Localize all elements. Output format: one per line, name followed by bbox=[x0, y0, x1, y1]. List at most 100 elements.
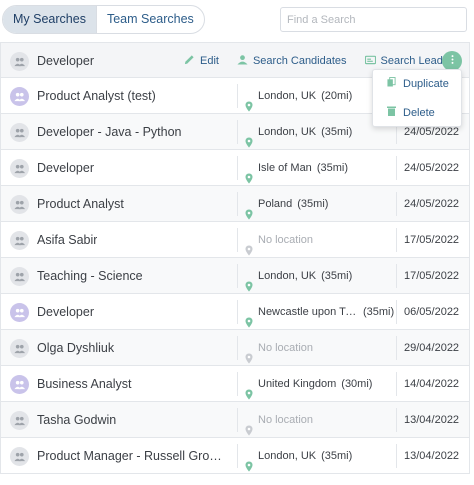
location-name: Poland bbox=[258, 198, 293, 210]
search-row[interactable]: Olga Dyshliuk No location 29/04/2022 bbox=[1, 330, 469, 366]
location-cell: No location bbox=[245, 330, 318, 366]
search-row[interactable]: Developer Isle of Man (35mi) 24/05/2022 bbox=[1, 150, 469, 186]
leads-icon bbox=[364, 54, 376, 68]
search-row[interactable]: Developer Newcastle upon Tyne, UK (35mi) 06… bbox=[1, 294, 469, 330]
tab-team-searches[interactable]: Team Searches bbox=[97, 6, 204, 33]
duplicate-menu-item[interactable]: Duplicate bbox=[373, 70, 461, 99]
candidates-icon bbox=[237, 54, 248, 68]
user-avatar-icon bbox=[10, 52, 29, 71]
edit-button[interactable]: Edit bbox=[184, 54, 219, 68]
column-divider bbox=[237, 336, 238, 360]
user-avatar-icon bbox=[10, 411, 29, 430]
location-name: London, UK bbox=[258, 126, 317, 138]
location-cell: United Kingdom (30mi) bbox=[245, 366, 372, 402]
search-name: Business Analyst bbox=[37, 377, 132, 391]
search-date: 06/05/2022 bbox=[404, 306, 460, 318]
delete-label: Delete bbox=[403, 107, 435, 119]
search-leads-label: Search Leads bbox=[380, 55, 449, 67]
location-radius: (35mi) bbox=[297, 198, 329, 210]
column-divider bbox=[237, 444, 238, 468]
location-radius: (35mi) bbox=[321, 270, 353, 282]
column-divider bbox=[396, 408, 397, 432]
location-name: Newcastle upon Tyne, UK bbox=[258, 306, 358, 318]
tab-my-searches[interactable]: My Searches bbox=[3, 6, 97, 33]
user-avatar-icon bbox=[10, 123, 29, 142]
location-pin-icon bbox=[245, 379, 253, 399]
search-name: Teaching - Science bbox=[37, 269, 143, 283]
search-date: 29/04/2022 bbox=[404, 342, 460, 354]
location-radius: (35mi) bbox=[363, 306, 395, 318]
location-name: No location bbox=[258, 234, 314, 246]
trash-icon bbox=[387, 99, 396, 128]
location-name: London, UK bbox=[258, 270, 317, 282]
user-avatar-icon bbox=[10, 231, 29, 250]
location-name: Isle of Man bbox=[258, 162, 312, 174]
column-divider bbox=[237, 300, 238, 324]
search-row[interactable]: Tasha Godwin No location 13/04/2022 bbox=[1, 402, 469, 438]
column-divider bbox=[396, 192, 397, 216]
location-pin-icon bbox=[245, 199, 253, 219]
more-options-menu: Duplicate Delete bbox=[372, 69, 462, 127]
duplicate-icon bbox=[387, 70, 396, 99]
search-name: Asifa Sabir bbox=[37, 233, 98, 247]
column-divider bbox=[396, 336, 397, 360]
edit-label: Edit bbox=[200, 55, 219, 67]
search-row[interactable]: Product Manager - Russell Group Universi… bbox=[1, 438, 469, 474]
location-cell: No location bbox=[245, 222, 318, 258]
search-date: 24/05/2022 bbox=[404, 198, 460, 210]
search-candidates-button[interactable]: Search Candidates bbox=[237, 54, 347, 68]
location-pin-icon bbox=[245, 307, 253, 327]
location-pin-icon bbox=[245, 271, 253, 291]
more-vertical-icon bbox=[451, 54, 454, 68]
search-name: Tasha Godwin bbox=[37, 413, 117, 427]
search-name: Developer bbox=[37, 305, 94, 319]
location-name: London, UK bbox=[258, 90, 317, 102]
location-cell: London, UK (20mi) bbox=[245, 78, 352, 114]
search-name: Product Manager - Russell Group Universi… bbox=[37, 449, 227, 463]
location-cell: London, UK (35mi) bbox=[245, 438, 352, 474]
search-name: Product Analyst (test) bbox=[37, 89, 156, 103]
location-cell: No location bbox=[245, 402, 318, 438]
column-divider bbox=[396, 372, 397, 396]
search-name: Olga Dyshliuk bbox=[37, 341, 115, 355]
column-divider bbox=[396, 156, 397, 180]
search-date: 13/04/2022 bbox=[404, 414, 460, 426]
search-row[interactable]: Product Analyst Poland (35mi) 24/05/2022 bbox=[1, 186, 469, 222]
search-row[interactable]: Teaching - Science London, UK (35mi) 17/05/… bbox=[1, 258, 469, 294]
location-pin-icon bbox=[245, 415, 253, 435]
location-radius: (30mi) bbox=[341, 378, 373, 390]
find-search-input[interactable] bbox=[280, 7, 467, 32]
search-leads-button[interactable]: Search Leads bbox=[364, 54, 449, 68]
more-options-button[interactable] bbox=[442, 51, 462, 71]
user-avatar-icon bbox=[10, 447, 29, 466]
location-pin-icon bbox=[245, 343, 253, 363]
search-row[interactable]: Business Analyst United Kingdom (30mi) 14/0… bbox=[1, 366, 469, 402]
location-pin-icon bbox=[245, 127, 253, 147]
location-pin-icon bbox=[245, 235, 253, 255]
location-name: United Kingdom bbox=[258, 378, 337, 390]
team-avatar-icon bbox=[10, 303, 29, 322]
search-tabs: My Searches Team Searches bbox=[2, 5, 205, 34]
location-name: No location bbox=[258, 342, 314, 354]
location-cell: London, UK (35mi) bbox=[245, 114, 352, 150]
search-candidates-label: Search Candidates bbox=[252, 55, 347, 67]
search-date: 17/05/2022 bbox=[404, 234, 460, 246]
column-divider bbox=[237, 120, 238, 144]
location-cell: Poland (35mi) bbox=[245, 186, 328, 222]
location-pin-icon bbox=[245, 163, 253, 183]
search-date: 17/05/2022 bbox=[404, 270, 460, 282]
search-row[interactable]: Asifa Sabir No location 17/05/2022 bbox=[1, 222, 469, 258]
search-name: Developer bbox=[37, 54, 94, 68]
delete-menu-item[interactable]: Delete bbox=[373, 99, 461, 128]
location-cell: Isle of Man (35mi) bbox=[245, 150, 348, 186]
search-name: Developer bbox=[37, 161, 94, 175]
column-divider bbox=[396, 264, 397, 288]
column-divider bbox=[237, 372, 238, 396]
column-divider bbox=[237, 156, 238, 180]
search-date: 14/04/2022 bbox=[404, 378, 460, 390]
column-divider bbox=[396, 300, 397, 324]
pencil-icon bbox=[184, 54, 195, 68]
location-name: No location bbox=[258, 414, 314, 426]
column-divider bbox=[237, 192, 238, 216]
column-divider bbox=[237, 228, 238, 252]
